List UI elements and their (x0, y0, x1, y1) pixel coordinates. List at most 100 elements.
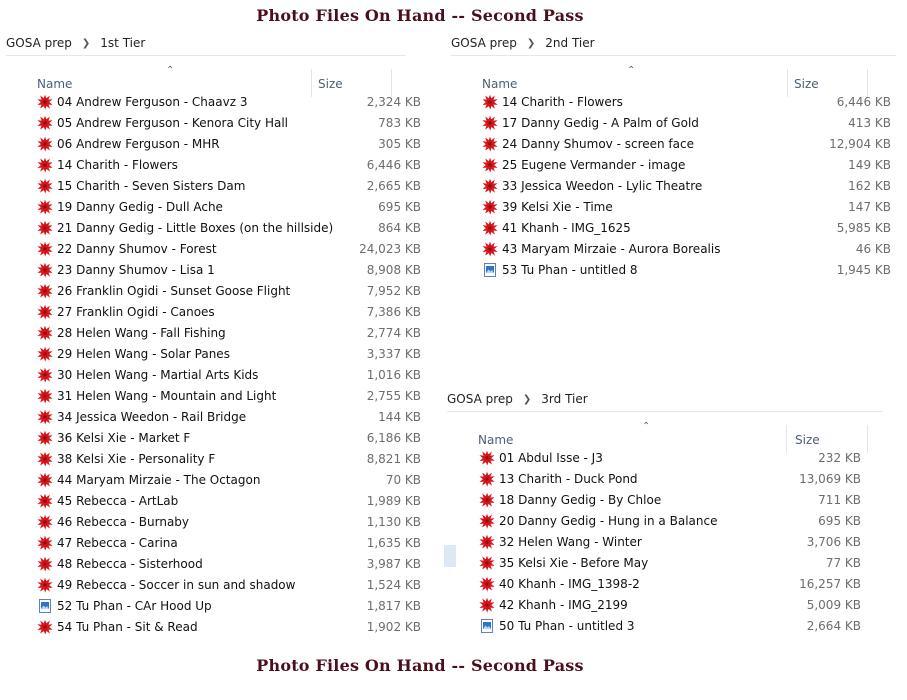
red-splat-icon (37, 94, 53, 110)
file-row[interactable]: 15 Charith - Seven Sisters Dam 2,665 KB (37, 176, 421, 197)
image-file-icon (482, 262, 498, 278)
file-size: 147 KB (848, 200, 891, 214)
file-size: 305 KB (378, 137, 421, 151)
red-splat-icon (482, 157, 498, 173)
file-row[interactable]: 21 Danny Gedig - Little Boxes (on the hi… (37, 218, 421, 239)
file-row[interactable]: 45 Rebecca - ArtLab 1,989 KB (37, 491, 421, 512)
file-row[interactable]: 50 Tu Phan - untitled 3 2,664 KB (479, 616, 879, 637)
file-row[interactable]: 13 Charith - Duck Pond 13,069 KB (479, 469, 879, 490)
file-size: 2,664 KB (806, 619, 861, 633)
file-row[interactable]: 31 Helen Wang - Mountain and Light 2,755 … (37, 386, 421, 407)
file-size: 695 KB (818, 514, 861, 528)
file-row[interactable]: 01 Abdul Isse - J3 232 KB (479, 448, 879, 469)
file-row[interactable]: 20 Danny Gedig - Hung in a Balance 695 KB (479, 511, 879, 532)
file-row[interactable]: 41 Khanh - IMG_1625 5,985 KB (482, 218, 892, 239)
file-row[interactable]: 32 Helen Wang - Winter 3,706 KB (479, 532, 879, 553)
column-header-name[interactable]: Name (478, 433, 513, 447)
file-size: 1,989 KB (366, 494, 421, 508)
file-name: 27 Franklin Ogidi - Canoes (57, 305, 215, 319)
explorer-panel-1st-tier: GOSA prep ❯ 1st Tier Name ⌃ Size 04 Andr… (6, 33, 421, 643)
breadcrumb-root[interactable]: GOSA prep (451, 36, 517, 50)
file-row[interactable]: 24 Danny Shumov - screen face 12,904 KB (482, 134, 892, 155)
breadcrumb-folder[interactable]: 3rd Tier (541, 392, 587, 406)
file-row[interactable]: 19 Danny Gedig - Dull Ache 695 KB (37, 197, 421, 218)
file-name: 06 Andrew Ferguson - MHR (57, 137, 220, 151)
red-splat-icon (482, 220, 498, 236)
file-name: 39 Kelsi Xie - Time (502, 200, 613, 214)
file-size: 24,023 KB (359, 242, 421, 256)
file-name: 52 Tu Phan - CAr Hood Up (57, 599, 212, 613)
breadcrumb-root[interactable]: GOSA prep (447, 392, 513, 406)
file-row[interactable]: 54 Tu Phan - Sit & Read 1,902 KB (37, 617, 421, 638)
red-splat-icon (479, 450, 495, 466)
file-row[interactable]: 34 Jessica Weedon - Rail Bridge 144 KB (37, 407, 421, 428)
file-size: 3,706 KB (806, 535, 861, 549)
file-row[interactable]: 26 Franklin Ogidi - Sunset Goose Flight 7… (37, 281, 421, 302)
file-size: 6,446 KB (836, 95, 891, 109)
column-header-size[interactable]: Size (318, 77, 343, 91)
file-size: 6,446 KB (366, 158, 421, 172)
file-row[interactable]: 43 Maryam Mirzaie - Aurora Borealis 46 KB (482, 239, 892, 260)
file-row[interactable]: 52 Tu Phan - CAr Hood Up 1,817 KB (37, 596, 421, 617)
column-header-size[interactable]: Size (794, 77, 819, 91)
file-name: 44 Maryam Mirzaie - The Octagon (57, 473, 261, 487)
file-size: 1,524 KB (366, 578, 421, 592)
file-row[interactable]: 33 Jessica Weedon - Lylic Theatre 162 KB (482, 176, 892, 197)
file-row[interactable]: 46 Rebecca - Burnaby 1,130 KB (37, 512, 421, 533)
red-splat-icon (479, 597, 495, 613)
file-name: 13 Charith - Duck Pond (499, 472, 638, 486)
file-row[interactable]: 42 Khanh - IMG_2199 5,009 KB (479, 595, 879, 616)
file-row[interactable]: 22 Danny Shumov - Forest 24,023 KB (37, 239, 421, 260)
breadcrumb-root[interactable]: GOSA prep (6, 36, 72, 50)
file-size: 695 KB (378, 200, 421, 214)
chevron-right-icon: ❯ (522, 393, 532, 405)
file-name: 01 Abdul Isse - J3 (499, 451, 603, 465)
file-row[interactable]: 17 Danny Gedig - A Palm of Gold 413 KB (482, 113, 892, 134)
file-row[interactable]: 39 Kelsi Xie - Time 147 KB (482, 197, 892, 218)
red-splat-icon (479, 492, 495, 508)
file-name: 04 Andrew Ferguson - Chaavz 3 (57, 95, 248, 109)
file-row[interactable]: 47 Rebecca - Carina 1,635 KB (37, 533, 421, 554)
breadcrumb-folder[interactable]: 1st Tier (100, 36, 145, 50)
file-row[interactable]: 14 Charith - Flowers 6,446 KB (37, 155, 421, 176)
file-name: 41 Khanh - IMG_1625 (502, 221, 631, 235)
file-size: 46 KB (855, 242, 891, 256)
file-row[interactable]: 27 Franklin Ogidi - Canoes 7,386 KB (37, 302, 421, 323)
file-row[interactable]: 48 Rebecca - Sisterhood 3,987 KB (37, 554, 421, 575)
file-row[interactable]: 25 Eugene Vermander - image 149 KB (482, 155, 892, 176)
file-name: 22 Danny Shumov - Forest (57, 242, 217, 256)
file-row[interactable]: 05 Andrew Ferguson - Kenora City Hall 783… (37, 113, 421, 134)
file-row[interactable]: 18 Danny Gedig - By Chloe 711 KB (479, 490, 879, 511)
file-row[interactable]: 30 Helen Wang - Martial Arts Kids 1,016 K… (37, 365, 421, 386)
file-row[interactable]: 04 Andrew Ferguson - Chaavz 3 2,324 KB (37, 92, 421, 113)
file-row[interactable]: 38 Kelsi Xie - Personality F 8,821 KB (37, 449, 421, 470)
file-row[interactable]: 06 Andrew Ferguson - MHR 305 KB (37, 134, 421, 155)
file-row[interactable]: 29 Helen Wang - Solar Panes 3,337 KB (37, 344, 421, 365)
page-title-top: Photo Files On Hand -- Second Pass (256, 6, 584, 25)
file-row[interactable]: 44 Maryam Mirzaie - The Octagon 70 KB (37, 470, 421, 491)
page-title-bottom: Photo Files On Hand -- Second Pass (256, 656, 584, 675)
file-row[interactable]: 14 Charith - Flowers 6,446 KB (482, 92, 892, 113)
column-header-name[interactable]: Name (37, 77, 72, 91)
file-size: 70 KB (385, 473, 421, 487)
file-size: 8,908 KB (366, 263, 421, 277)
red-splat-icon (37, 388, 53, 404)
file-name: 54 Tu Phan - Sit & Read (57, 620, 198, 634)
file-row[interactable]: 28 Helen Wang - Fall Fishing 2,774 KB (37, 323, 421, 344)
file-name: 05 Andrew Ferguson - Kenora City Hall (57, 116, 289, 130)
file-row[interactable]: 40 Khanh - IMG_1398-2 16,257 KB (479, 574, 879, 595)
column-header-size[interactable]: Size (795, 433, 820, 447)
file-size: 711 KB (818, 493, 861, 507)
red-splat-icon (482, 178, 498, 194)
red-splat-icon (479, 534, 495, 550)
file-row[interactable]: 35 Kelsi Xie - Before May 77 KB (479, 553, 879, 574)
breadcrumb-folder[interactable]: 2nd Tier (545, 36, 594, 50)
file-row[interactable]: 53 Tu Phan - untitled 8 1,945 KB (482, 260, 892, 281)
file-row[interactable]: 23 Danny Shumov - Lisa 1 8,908 KB (37, 260, 421, 281)
red-splat-icon (37, 493, 53, 509)
file-row[interactable]: 36 Kelsi Xie - Market F 6,186 KB (37, 428, 421, 449)
file-row[interactable]: 49 Rebecca - Soccer in sun and shadow 1,5… (37, 575, 421, 596)
file-name: 24 Danny Shumov - screen face (502, 137, 694, 151)
column-header-name[interactable]: Name (482, 77, 517, 91)
file-name: 23 Danny Shumov - Lisa 1 (57, 263, 215, 277)
